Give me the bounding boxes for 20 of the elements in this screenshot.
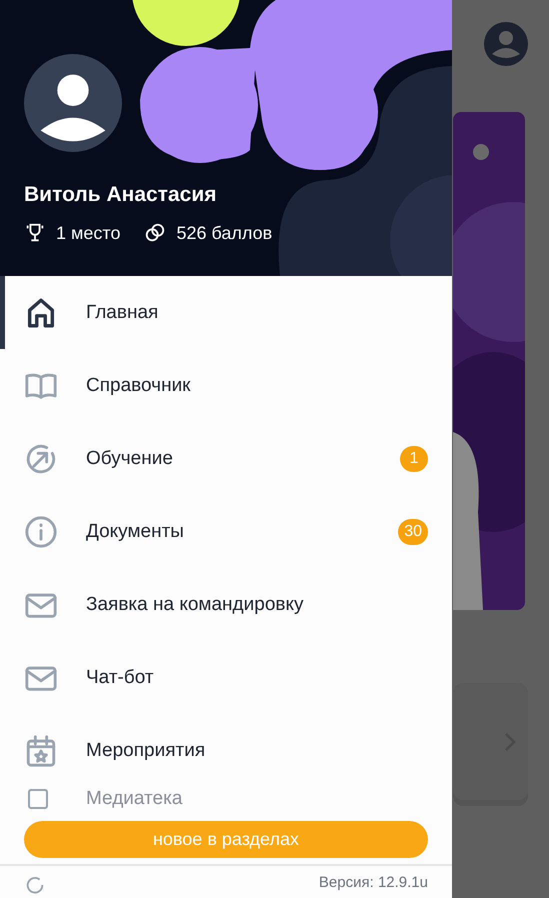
avatar-icon[interactable]	[24, 54, 122, 152]
menu-item[interactable]: Обучение 1	[0, 422, 452, 495]
refresh-icon[interactable]	[24, 874, 46, 896]
points-label: 526 баллов	[176, 222, 272, 244]
menu-item[interactable]: Мероприятия	[0, 714, 452, 787]
profile-icon[interactable]	[482, 20, 530, 68]
menu-item[interactable]: Заявка на командировку	[0, 568, 452, 641]
user-name: Витоль Анастасия	[24, 183, 216, 207]
info-icon	[24, 514, 58, 548]
count-badge: 30	[398, 518, 428, 544]
coins-icon	[144, 222, 166, 244]
menu-item[interactable]: Главная	[0, 276, 452, 349]
count-badge: 1	[400, 446, 428, 472]
menu-item[interactable]: Документы 30	[0, 495, 452, 568]
rank-label: 1 место	[56, 222, 120, 244]
menu-item[interactable]: Чат-бот	[0, 641, 452, 714]
version-label: Версия: 12.9.1u	[318, 874, 428, 891]
calendar-icon	[24, 734, 58, 768]
trophy-icon	[24, 222, 46, 244]
menu-item[interactable]: Справочник	[0, 349, 452, 422]
